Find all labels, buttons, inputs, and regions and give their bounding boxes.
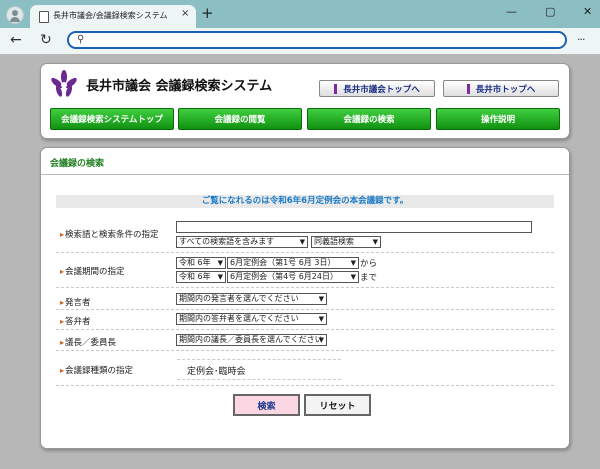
reload-icon[interactable]: ↻ (40, 32, 52, 48)
bullet-icon: ▸ (60, 298, 65, 307)
chair-label: ▸議長／委員長 (60, 336, 116, 348)
chevron-down-icon: ▼ (217, 259, 223, 267)
keyword-input[interactable] (176, 221, 532, 233)
row-divider (56, 329, 554, 330)
kind-label: ▸会議録種類の指定 (60, 364, 133, 376)
row-divider (56, 385, 554, 386)
synonym-value: 同義語検索 (314, 237, 354, 246)
row-divider (56, 309, 554, 310)
chevron-down-icon: ▼ (372, 238, 378, 246)
search-panel: 会議録の検索 ご覧になれるのは令和6年6月定例会の本会議録です。 ▸検索語と検索… (40, 147, 570, 449)
condition-select[interactable]: すべての検索語を含みます ▼ (176, 236, 308, 248)
chevron-down-icon: ▼ (318, 295, 324, 303)
site-header: 長井市議会 会議録検索システム 長井市議会トップへ 長井市トップへ 会議録検索シ… (40, 63, 570, 139)
period-label-text: 会議期間の指定 (65, 267, 125, 277)
responder-value: 期間内の答弁者を選んでください (179, 314, 299, 323)
kind-label-text: 会議録種類の指定 (65, 366, 134, 376)
page-icon (39, 11, 49, 23)
nav-search[interactable]: 会議録の検索 (307, 108, 431, 130)
kind-option[interactable]: 定例会･臨時会 (187, 364, 246, 377)
back-arrow-icon[interactable]: ← (10, 32, 22, 48)
council-top-link[interactable]: 長井市議会トップへ (319, 80, 435, 97)
section-title: 会議録の検索 (50, 159, 105, 169)
to-session-select[interactable]: 6月定例会（第4号 6月24日） ▼ (227, 271, 359, 283)
from-session-select[interactable]: 6月定例会（第1号 6月 3日） ▼ (227, 257, 359, 269)
url-box[interactable]: ⚲ (67, 31, 567, 49)
from-year-value: 令和 6年 (179, 258, 211, 267)
address-bar: ← ↻ ⚲ ··· (0, 28, 600, 54)
to-session-value: 6月定例会（第4号 6月24日） (230, 272, 338, 281)
to-year-select[interactable]: 令和 6年 ▼ (176, 271, 226, 283)
minimize-button[interactable]: — (506, 5, 517, 18)
notice-banner: ご覧になれるのは令和6年6月定例会の本会議録です。 (56, 195, 554, 208)
chevron-down-icon: ▼ (217, 273, 223, 281)
speaker-label: ▸発言者 (60, 296, 91, 308)
kind-box: 定例会･臨時会 (177, 359, 341, 380)
chevron-down-icon: ▼ (318, 336, 324, 344)
maximize-button[interactable]: ▢ (545, 5, 555, 18)
chevron-down-icon: ▼ (350, 273, 356, 281)
nav-help[interactable]: 操作説明 (436, 108, 560, 130)
close-window-button[interactable]: ✕ (583, 5, 592, 18)
condition-value: すべての検索語を含みます (179, 237, 275, 246)
chevron-down-icon: ▼ (350, 259, 356, 267)
nav-system-top[interactable]: 会議録検索システムトップ (50, 108, 174, 130)
browser-tab[interactable]: 長井市議会/会議録検索システム × (30, 5, 196, 28)
page-background: 長井市議会 会議録検索システム 長井市議会トップへ 長井市トップへ 会議録検索シ… (0, 54, 600, 469)
keyword-label: ▸検索語と検索条件の指定 (60, 228, 159, 240)
row-divider (56, 287, 554, 288)
search-icon: ⚲ (77, 34, 85, 45)
city-emblem-icon (51, 70, 77, 97)
chevron-down-icon: ▼ (318, 315, 324, 323)
row-divider (56, 350, 554, 351)
speaker-select[interactable]: 期間内の発言者を選んでください ▼ (176, 293, 327, 305)
row-divider (56, 252, 554, 253)
menu-dots-icon[interactable]: ··· (577, 33, 585, 46)
city-top-link[interactable]: 長井市トップへ (443, 80, 559, 97)
responder-select[interactable]: 期間内の答弁者を選んでください ▼ (176, 313, 327, 325)
tab-title: 長井市議会/会議録検索システム (53, 11, 168, 20)
from-suffix: から (360, 259, 378, 269)
bullet-icon: ▸ (60, 267, 65, 276)
to-suffix: まで (360, 273, 378, 283)
keyword-label-text: 検索語と検索条件の指定 (65, 230, 159, 240)
tab-close-icon[interactable]: × (181, 8, 189, 19)
speaker-label-text: 発言者 (65, 298, 91, 308)
to-year-value: 令和 6年 (179, 272, 211, 281)
new-tab-button[interactable]: + (201, 4, 214, 22)
period-label: ▸会議期間の指定 (60, 265, 125, 277)
bullet-icon: ▸ (60, 230, 65, 239)
profile-avatar-icon[interactable] (6, 6, 24, 24)
chair-value: 期間内の議長／委員長を選んでください (179, 335, 323, 344)
from-session-value: 6月定例会（第1号 6月 3日） (230, 258, 336, 267)
reset-button[interactable]: リセット (304, 394, 371, 416)
url-input[interactable] (91, 34, 555, 48)
synonym-select[interactable]: 同義語検索 ▼ (311, 236, 381, 248)
speaker-value: 期間内の発言者を選んでください (179, 294, 299, 303)
chair-label-text: 議長／委員長 (65, 338, 117, 348)
bullet-icon: ▸ (60, 317, 65, 326)
bullet-icon: ▸ (60, 366, 65, 375)
browser-tab-bar: 長井市議会/会議録検索システム × + — ▢ ✕ (0, 0, 600, 28)
chevron-down-icon: ▼ (299, 238, 305, 246)
site-title: 長井市議会 会議録検索システム (86, 79, 273, 94)
responder-label: ▸答弁者 (60, 315, 91, 327)
chair-select[interactable]: 期間内の議長／委員長を選んでください ▼ (176, 334, 327, 346)
responder-label-text: 答弁者 (65, 317, 91, 327)
divider (41, 174, 569, 175)
nav-browse[interactable]: 会議録の閲覧 (178, 108, 302, 130)
search-button[interactable]: 検索 (233, 394, 300, 416)
from-year-select[interactable]: 令和 6年 ▼ (176, 257, 226, 269)
bullet-icon: ▸ (60, 338, 65, 347)
